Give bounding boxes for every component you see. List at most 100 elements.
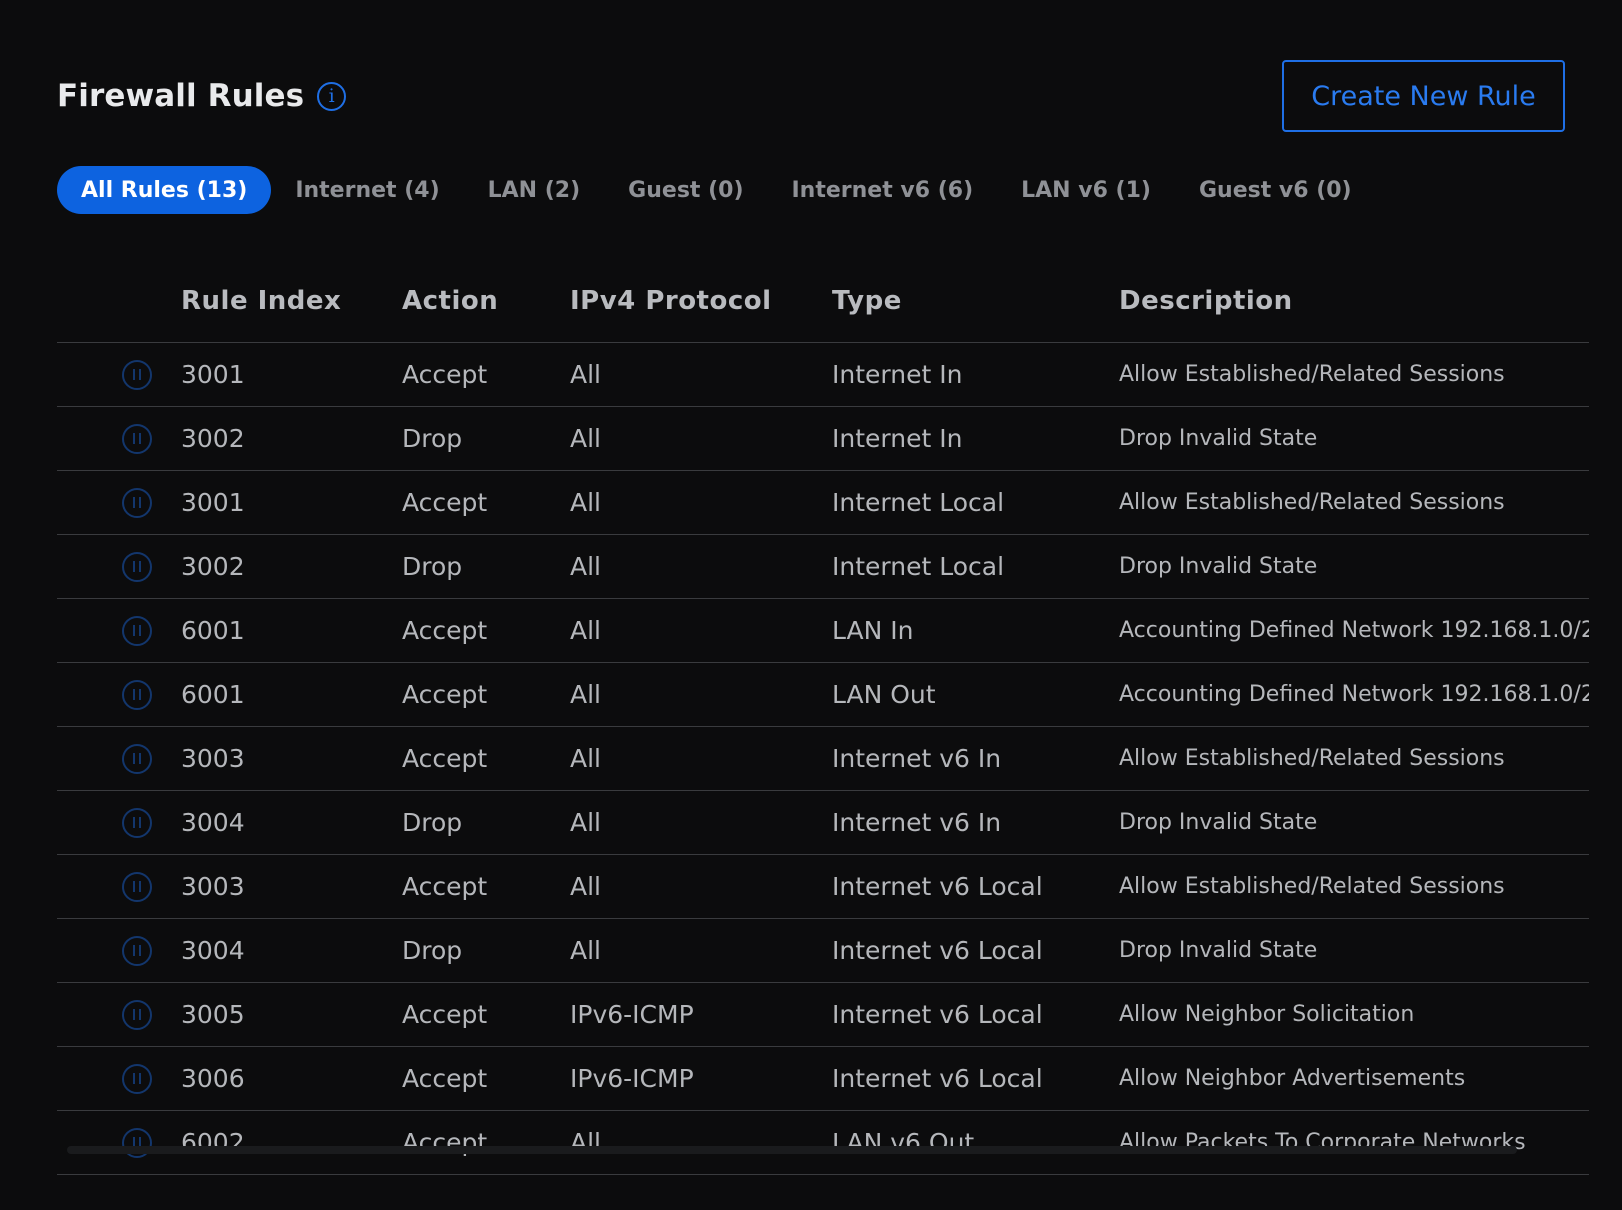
pause-icon[interactable] xyxy=(122,807,152,838)
tab-4[interactable]: Internet v6 (6) xyxy=(768,166,998,214)
description-cell: Accounting Defined Network 192.168.1.0/2… xyxy=(1119,618,1589,643)
column-header-rule-index[interactable]: Rule Index xyxy=(181,286,402,316)
page-header: Firewall Rules i Create New Rule xyxy=(57,60,1565,132)
description-cell: Accounting Defined Network 192.168.1.0/2… xyxy=(1119,682,1589,707)
table-row[interactable]: 6001 Accept All LAN In Accounting Defined Ne… xyxy=(57,599,1589,663)
pause-icon[interactable] xyxy=(122,615,152,646)
protocol-cell: All xyxy=(570,424,601,453)
action-cell: Accept xyxy=(402,744,488,773)
table-row[interactable]: 6002 Accept All LAN v6 Out Allow Packets To … xyxy=(57,1111,1589,1175)
status-cell xyxy=(57,935,181,966)
description-cell: Allow Established/Related Sessions xyxy=(1119,490,1505,515)
firewall-rules-page: Firewall Rules i Create New Rule All Rul… xyxy=(0,0,1622,1210)
status-cell xyxy=(57,743,181,774)
table-row[interactable]: 3005 Accept IPv6-ICMP Internet v6 Local Allo… xyxy=(57,983,1589,1047)
column-header-description[interactable]: Description xyxy=(1119,286,1589,316)
type-cell: Internet v6 Local xyxy=(832,872,1043,901)
description-cell: Allow Established/Related Sessions xyxy=(1119,874,1505,899)
pause-icon[interactable] xyxy=(122,1063,152,1094)
table-row[interactable]: 3001 Accept All Internet In Allow Establishe… xyxy=(57,343,1589,407)
action-cell: Accept xyxy=(402,1000,488,1029)
protocol-cell: All xyxy=(570,936,601,965)
tab-2[interactable]: LAN (2) xyxy=(464,166,605,214)
type-cell: Internet In xyxy=(832,424,963,453)
pause-icon[interactable] xyxy=(122,423,152,454)
info-icon[interactable]: i xyxy=(317,81,347,111)
pause-icon[interactable] xyxy=(122,935,152,966)
type-cell: LAN In xyxy=(832,616,914,645)
create-new-rule-button[interactable]: Create New Rule xyxy=(1282,60,1565,132)
rule-index-cell: 3004 xyxy=(181,936,245,965)
protocol-cell: All xyxy=(570,680,601,709)
type-cell: Internet v6 Local xyxy=(832,1064,1043,1093)
tab-0[interactable]: All Rules (13) xyxy=(57,166,272,214)
action-cell: Accept xyxy=(402,680,488,709)
tab-5[interactable]: LAN v6 (1) xyxy=(997,166,1175,214)
rule-index-cell: 3006 xyxy=(181,1064,245,1093)
protocol-cell: All xyxy=(570,552,601,581)
rule-index-cell: 6001 xyxy=(181,616,245,645)
title-group: Firewall Rules i xyxy=(57,78,347,114)
column-header-type[interactable]: Type xyxy=(832,286,1119,316)
status-cell xyxy=(57,487,181,518)
action-cell: Drop xyxy=(402,808,463,837)
pause-icon[interactable] xyxy=(122,871,152,902)
rule-index-cell: 6001 xyxy=(181,680,245,709)
table-row[interactable]: 3004 Drop All Internet v6 Local Drop Invalid… xyxy=(57,919,1589,983)
rule-index-cell: 3003 xyxy=(181,744,245,773)
table-row[interactable]: 3006 Accept IPv6-ICMP Internet v6 Local Allo… xyxy=(57,1047,1589,1111)
protocol-cell: All xyxy=(570,744,601,773)
type-cell: Internet Local xyxy=(832,488,1005,517)
protocol-cell: IPv6-ICMP xyxy=(570,1064,694,1093)
rule-index-cell: 3002 xyxy=(181,424,245,453)
protocol-cell: All xyxy=(570,360,601,389)
table-body: 3001 Accept All Internet In Allow Establishe… xyxy=(57,343,1589,1175)
table-row[interactable]: 6001 Accept All LAN Out Accounting Defined N… xyxy=(57,663,1589,727)
pause-icon[interactable] xyxy=(122,359,152,390)
horizontal-scrollbar[interactable] xyxy=(67,1146,1517,1154)
status-cell xyxy=(57,679,181,710)
tab-6[interactable]: Guest v6 (0) xyxy=(1175,166,1376,214)
table-row[interactable]: 3002 Drop All Internet In Drop Invalid State xyxy=(57,407,1589,471)
description-cell: Drop Invalid State xyxy=(1119,938,1318,963)
page-title: Firewall Rules xyxy=(57,78,305,114)
description-cell: Allow Neighbor Solicitation xyxy=(1119,1002,1415,1027)
pause-icon[interactable] xyxy=(122,679,152,710)
action-cell: Accept xyxy=(402,488,488,517)
pause-icon[interactable] xyxy=(122,551,152,582)
rules-table: Rule Index Action IPv4 Protocol Type Des… xyxy=(57,260,1589,1175)
description-cell: Allow Established/Related Sessions xyxy=(1119,746,1505,771)
table-row[interactable]: 3003 Accept All Internet v6 Local Allow Esta… xyxy=(57,855,1589,919)
table-row[interactable]: 3004 Drop All Internet v6 In Drop Invalid St… xyxy=(57,791,1589,855)
action-cell: Accept xyxy=(402,360,488,389)
protocol-cell: All xyxy=(570,488,601,517)
column-header-action[interactable]: Action xyxy=(402,286,570,316)
rule-index-cell: 3001 xyxy=(181,360,245,389)
action-cell: Drop xyxy=(402,936,463,965)
pause-icon[interactable] xyxy=(122,999,152,1030)
description-cell: Drop Invalid State xyxy=(1119,554,1318,579)
protocol-cell: All xyxy=(570,872,601,901)
column-header-protocol[interactable]: IPv4 Protocol xyxy=(570,286,832,316)
type-cell: LAN Out xyxy=(832,680,936,709)
table-row[interactable]: 3002 Drop All Internet Local Drop Invalid St… xyxy=(57,535,1589,599)
rule-index-cell: 3001 xyxy=(181,488,245,517)
tab-3[interactable]: Guest (0) xyxy=(604,166,767,214)
description-cell: Allow Neighbor Advertisements xyxy=(1119,1066,1466,1091)
protocol-cell: All xyxy=(570,808,601,837)
tab-1[interactable]: Internet (4) xyxy=(271,166,463,214)
description-cell: Allow Established/Related Sessions xyxy=(1119,362,1505,387)
type-cell: Internet v6 Local xyxy=(832,936,1043,965)
description-cell: Drop Invalid State xyxy=(1119,810,1318,835)
table-row[interactable]: 3003 Accept All Internet v6 In Allow Establi… xyxy=(57,727,1589,791)
rule-index-cell: 3005 xyxy=(181,1000,245,1029)
type-cell: Internet v6 In xyxy=(832,808,1002,837)
status-cell xyxy=(57,999,181,1030)
pause-icon[interactable] xyxy=(122,743,152,774)
action-cell: Accept xyxy=(402,616,488,645)
table-row[interactable]: 3001 Accept All Internet Local Allow Establi… xyxy=(57,471,1589,535)
status-cell xyxy=(57,359,181,390)
rule-index-cell: 3004 xyxy=(181,808,245,837)
type-cell: Internet Local xyxy=(832,552,1005,581)
pause-icon[interactable] xyxy=(122,487,152,518)
